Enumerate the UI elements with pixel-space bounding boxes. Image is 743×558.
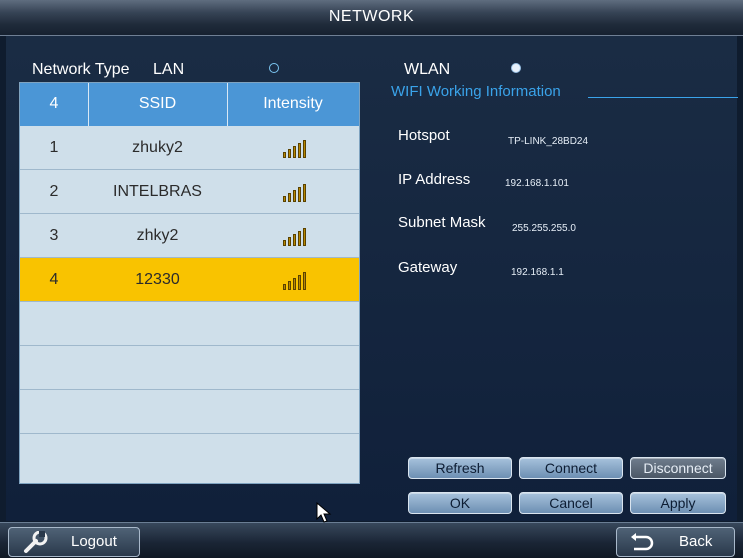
signal-strength-icon: [283, 272, 309, 290]
logout-label: Logout: [71, 533, 117, 550]
network-window: NETWORK Network Type LAN WLAN 4 SSID Int…: [0, 0, 743, 558]
row-number: 1: [49, 139, 59, 156]
hotspot-value: TP-LINK_28BD24: [508, 136, 589, 147]
gateway-value: 192.168.1.1: [511, 267, 564, 278]
empty-row: [20, 390, 359, 434]
table-row[interactable]: 3 zhky2: [20, 214, 359, 258]
row-ssid: INTELBRAS: [113, 183, 202, 200]
signal-strength-icon: [283, 140, 309, 158]
connect-button[interactable]: Connect: [519, 457, 623, 479]
signal-strength-icon: [283, 228, 309, 246]
empty-row: [20, 302, 359, 346]
signal-strength-icon: [283, 184, 309, 202]
empty-row: [20, 346, 359, 390]
back-label: Back: [679, 533, 713, 550]
wifi-info-title: WIFI Working Information: [391, 83, 561, 100]
header-count: 4: [49, 95, 59, 112]
table-row[interactable]: 4 12330: [20, 258, 359, 302]
subnet-mask-value: 255.255.255.0: [512, 223, 576, 234]
wlan-label: WLAN: [404, 61, 451, 78]
row-number: 4: [49, 271, 59, 288]
empty-row: [20, 434, 359, 478]
wifi-list-table: 4 SSID Intensity 1 zhuky2 2 INTELBRAS 3 …: [19, 82, 360, 484]
mouse-cursor-icon: [316, 502, 332, 523]
return-arrow-icon: [631, 533, 654, 551]
cancel-button[interactable]: Cancel: [519, 492, 623, 514]
title-bar: NETWORK: [0, 0, 743, 36]
table-row[interactable]: 2 INTELBRAS: [20, 170, 359, 214]
row-ssid: zhuky2: [132, 139, 183, 156]
wrench-icon: [24, 531, 48, 553]
row-number: 2: [49, 183, 59, 200]
ip-address-value: 192.168.1.101: [505, 178, 569, 189]
table-header: 4 SSID Intensity: [20, 83, 359, 126]
row-ssid: 12330: [135, 271, 180, 288]
subnet-mask-label: Subnet Mask: [398, 214, 486, 231]
ok-button[interactable]: OK: [408, 492, 512, 514]
refresh-button[interactable]: Refresh: [408, 457, 512, 479]
hotspot-label: Hotspot: [398, 127, 450, 144]
table-row[interactable]: 1 zhuky2: [20, 126, 359, 170]
ip-address-label: IP Address: [398, 171, 471, 188]
header-ssid: SSID: [138, 95, 177, 112]
disconnect-button[interactable]: Disconnect: [630, 457, 726, 479]
gateway-label: Gateway: [398, 259, 458, 276]
lan-radio[interactable]: [269, 63, 279, 73]
row-ssid: zhky2: [136, 227, 179, 244]
window-title: NETWORK: [328, 8, 415, 25]
wlan-radio[interactable]: [511, 63, 521, 73]
header-intensity: Intensity: [263, 95, 323, 112]
network-type-label: Network Type: [32, 61, 130, 78]
wifi-info-divider: [588, 97, 738, 98]
row-number: 3: [49, 227, 59, 244]
apply-button[interactable]: Apply: [630, 492, 726, 514]
lan-label: LAN: [153, 61, 185, 78]
